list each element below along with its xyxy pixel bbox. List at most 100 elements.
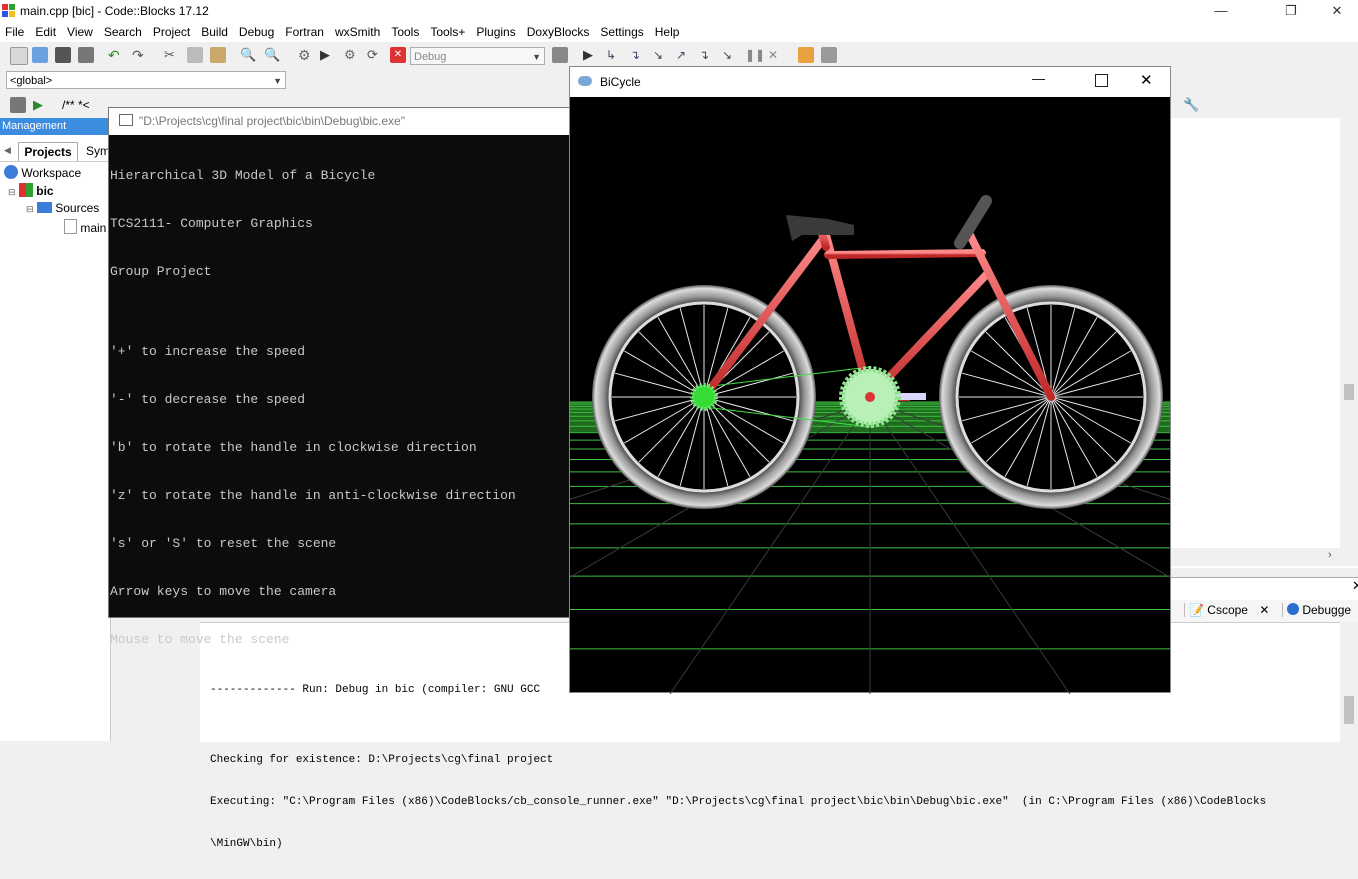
stop-debug-icon[interactable]: ✕ [768, 47, 784, 63]
collapse-icon: ⊟ [8, 187, 16, 197]
debug-windows-icon[interactable] [798, 47, 814, 63]
open-folder-icon[interactable] [32, 47, 48, 63]
console-line: '-' to decrease the speed [110, 392, 306, 407]
debug-run-icon[interactable]: ▶ [583, 47, 599, 63]
console-icon [119, 114, 133, 126]
bicycle-model [592, 195, 1163, 509]
menu-wxsmith[interactable]: wxSmith [330, 22, 386, 41]
close-button[interactable]: ✕ [1314, 0, 1358, 22]
bicycle-maximize-button[interactable] [1095, 74, 1108, 87]
console-line: Mouse to move the scene [110, 632, 290, 647]
menu-view[interactable]: View [62, 22, 99, 41]
console-line: Group Project [110, 264, 212, 279]
tree-file-main[interactable]: main [64, 219, 106, 235]
management-header: Management [0, 118, 110, 135]
bicycle-title: BiCycle [600, 75, 641, 89]
console-title: "D:\Projects\cg\final project\bic\bin\De… [139, 114, 405, 128]
tab-debugger[interactable]: Debugge [1282, 603, 1355, 617]
extract-docs-icon[interactable]: ▶ [33, 97, 49, 113]
menu-file[interactable]: File [0, 22, 30, 41]
tree-project-bic[interactable]: ⊟ bic [8, 183, 54, 198]
various-info-icon[interactable] [821, 47, 837, 63]
step-instruction-icon[interactable]: ↘ [722, 47, 738, 63]
build-run-icon[interactable]: ⚙ [344, 47, 360, 63]
menu-tools[interactable]: Tools [386, 22, 425, 41]
file-label: main [80, 221, 107, 235]
build-gear-icon[interactable]: ⚙ [298, 47, 314, 63]
bicycle-3d-scene[interactable] [570, 97, 1170, 694]
folder-icon [36, 202, 52, 213]
tab-symbols[interactable]: Sym [86, 144, 110, 158]
app-title-bar: main.cpp [bic] - Code::Blocks 17.12 — ❐ … [0, 0, 1358, 22]
save-icon[interactable] [55, 47, 71, 63]
menu-bar: File Edit View Search Project Build Debug Fortr… [0, 22, 1358, 42]
cut-icon[interactable]: ✂ [164, 47, 180, 63]
menu-debug[interactable]: Debug [234, 22, 280, 41]
app-title: main.cpp [bic] - Code::Blocks 17.12 [20, 4, 209, 18]
chevron-left-icon[interactable]: ◀ [4, 145, 11, 156]
show-targets-icon[interactable] [552, 47, 568, 63]
main-toolbar: ↶ ↷ ✂ 🔍 🔍 ⚙ ▶ ⚙ ⟳ ✕ Debug ▼ ▶ ↳ ↴ ↘ ↗ ↴ ↘… [0, 43, 1358, 68]
step-into-icon[interactable]: ↘ [653, 47, 669, 63]
editor-area[interactable]: › [1170, 118, 1358, 568]
bicycle-minimize-button[interactable]: — [1032, 71, 1045, 86]
console-line: 'z' to rotate the handle in anti-clockwi… [110, 488, 516, 503]
chevron-right-icon[interactable]: › [1328, 549, 1332, 561]
block-comment-button[interactable]: /** *< [62, 98, 90, 112]
codeblocks-logo-icon [2, 4, 15, 17]
build-target-select[interactable]: Debug ▼ [410, 47, 545, 65]
next-line-icon[interactable]: ↴ [630, 47, 646, 63]
menu-search[interactable]: Search [99, 22, 148, 41]
redo-icon[interactable]: ↷ [132, 47, 148, 63]
bicycle-close-button[interactable]: ✕ [1140, 71, 1153, 89]
pause-icon[interactable]: ❚❚ [745, 47, 765, 63]
replace-icon[interactable]: 🔍 [264, 47, 280, 63]
rebuild-icon[interactable]: ⟳ [367, 47, 383, 63]
restore-button[interactable]: ❐ [1268, 0, 1314, 22]
tab-projects[interactable]: Projects [18, 142, 78, 161]
console-title-bar: "D:\Projects\cg\final project\bic\bin\De… [109, 108, 573, 135]
workspace-label: Workspace [21, 166, 82, 180]
console-line: 'b' to rotate the handle in clockwise di… [110, 440, 477, 455]
console-line: '+' to increase the speed [110, 344, 306, 359]
paste-icon[interactable] [210, 47, 226, 63]
find-icon[interactable]: 🔍 [240, 47, 256, 63]
editor-horizontal-scrollbar[interactable]: › [1170, 548, 1358, 566]
tree-folder-sources[interactable]: ⊟ Sources [26, 201, 99, 215]
menu-help[interactable]: Help [650, 22, 686, 41]
save-all-icon[interactable] [78, 47, 94, 63]
menu-doxyblocks[interactable]: DoxyBlocks [522, 22, 596, 41]
tree-workspace[interactable]: Workspace [4, 165, 81, 180]
editor-vertical-scrollbar[interactable] [1340, 118, 1358, 548]
wrench-icon[interactable]: 🔧 [1183, 97, 1199, 113]
scope-select[interactable]: <global> ▼ [6, 71, 286, 89]
menu-plugins[interactable]: Plugins [471, 22, 521, 41]
scroll-thumb[interactable] [1344, 696, 1354, 724]
bicycle-window[interactable]: BiCycle — ✕ [569, 66, 1171, 694]
step-out-icon[interactable]: ↗ [676, 47, 692, 63]
log-line: Executing: "C:\Program Files (x86)\CodeB… [210, 796, 1267, 808]
menu-settings[interactable]: Settings [595, 22, 649, 41]
minimize-button[interactable]: — [1198, 0, 1244, 22]
new-file-icon[interactable] [10, 47, 28, 65]
run-icon[interactable]: ▶ [320, 47, 336, 63]
menu-build[interactable]: Build [196, 22, 234, 41]
note-icon: 📝 [1189, 603, 1204, 617]
menu-tools-plus[interactable]: Tools+ [425, 22, 471, 41]
menu-fortran[interactable]: Fortran [280, 22, 330, 41]
run-to-cursor-icon[interactable]: ↳ [606, 47, 622, 63]
collapse-icon: ⊟ [26, 204, 34, 214]
menu-project[interactable]: Project [148, 22, 196, 41]
copy-icon[interactable] [187, 47, 203, 63]
undo-icon[interactable]: ↶ [108, 47, 124, 63]
menu-edit[interactable]: Edit [30, 22, 62, 41]
next-instruction-icon[interactable]: ↴ [699, 47, 715, 63]
scroll-thumb[interactable] [1344, 384, 1354, 400]
doxywizard-icon[interactable] [10, 97, 26, 113]
close-icon[interactable]: ✕ [1259, 603, 1269, 617]
logs-close-icon[interactable]: ✕ [1352, 578, 1358, 594]
abort-icon[interactable]: ✕ [390, 47, 406, 63]
logs-vertical-scrollbar[interactable] [1340, 622, 1358, 742]
tab-cscope[interactable]: 📝 Cscope ✕ [1184, 603, 1273, 617]
console-window[interactable]: "D:\Projects\cg\final project\bic\bin\De… [108, 107, 574, 647]
